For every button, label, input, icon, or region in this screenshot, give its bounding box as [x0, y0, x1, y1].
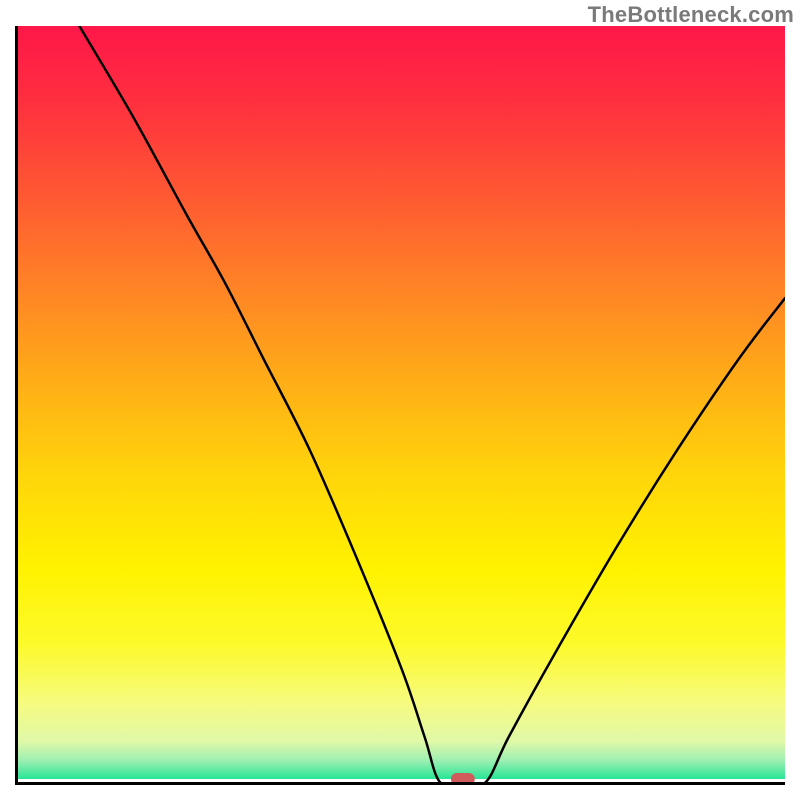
chart-plot-area [15, 26, 785, 785]
attribution-text: TheBottleneck.com [588, 2, 794, 28]
chart-curve [18, 26, 785, 782]
